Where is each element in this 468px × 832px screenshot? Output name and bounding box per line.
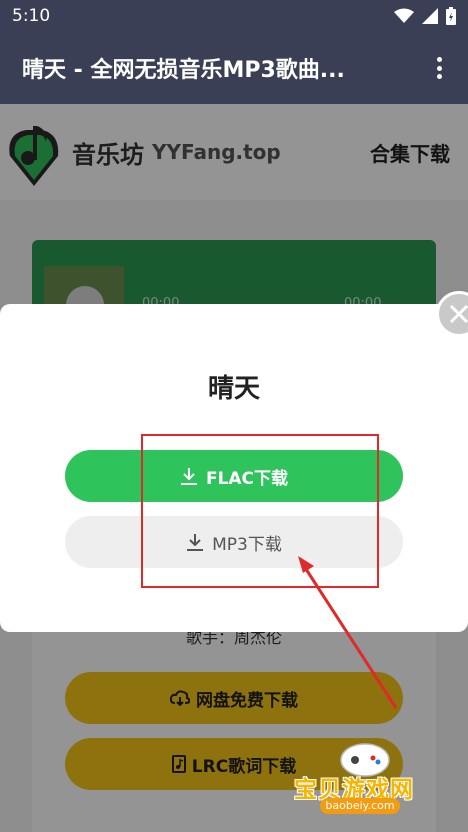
dialog-title: 晴天 (207, 374, 260, 404)
battery-icon (446, 7, 456, 25)
more-options-icon[interactable] (428, 53, 450, 83)
status-bar: 5:10 (0, 0, 468, 32)
watermark-url: baobeiy.com (320, 798, 400, 814)
close-icon (449, 304, 468, 324)
watermark-logo: 宝贝游戏网 baobeiy.com (290, 738, 440, 818)
status-time: 5:10 (12, 6, 51, 26)
annotation-highlight-box (141, 434, 379, 588)
status-icons (394, 7, 456, 25)
signal-icon (422, 8, 438, 24)
wifi-icon (394, 8, 414, 23)
app-bar: 晴天 - 全网无损音乐MP3歌曲... (0, 32, 468, 104)
page-title: 晴天 - 全网无损音乐MP3歌曲... (22, 58, 345, 83)
